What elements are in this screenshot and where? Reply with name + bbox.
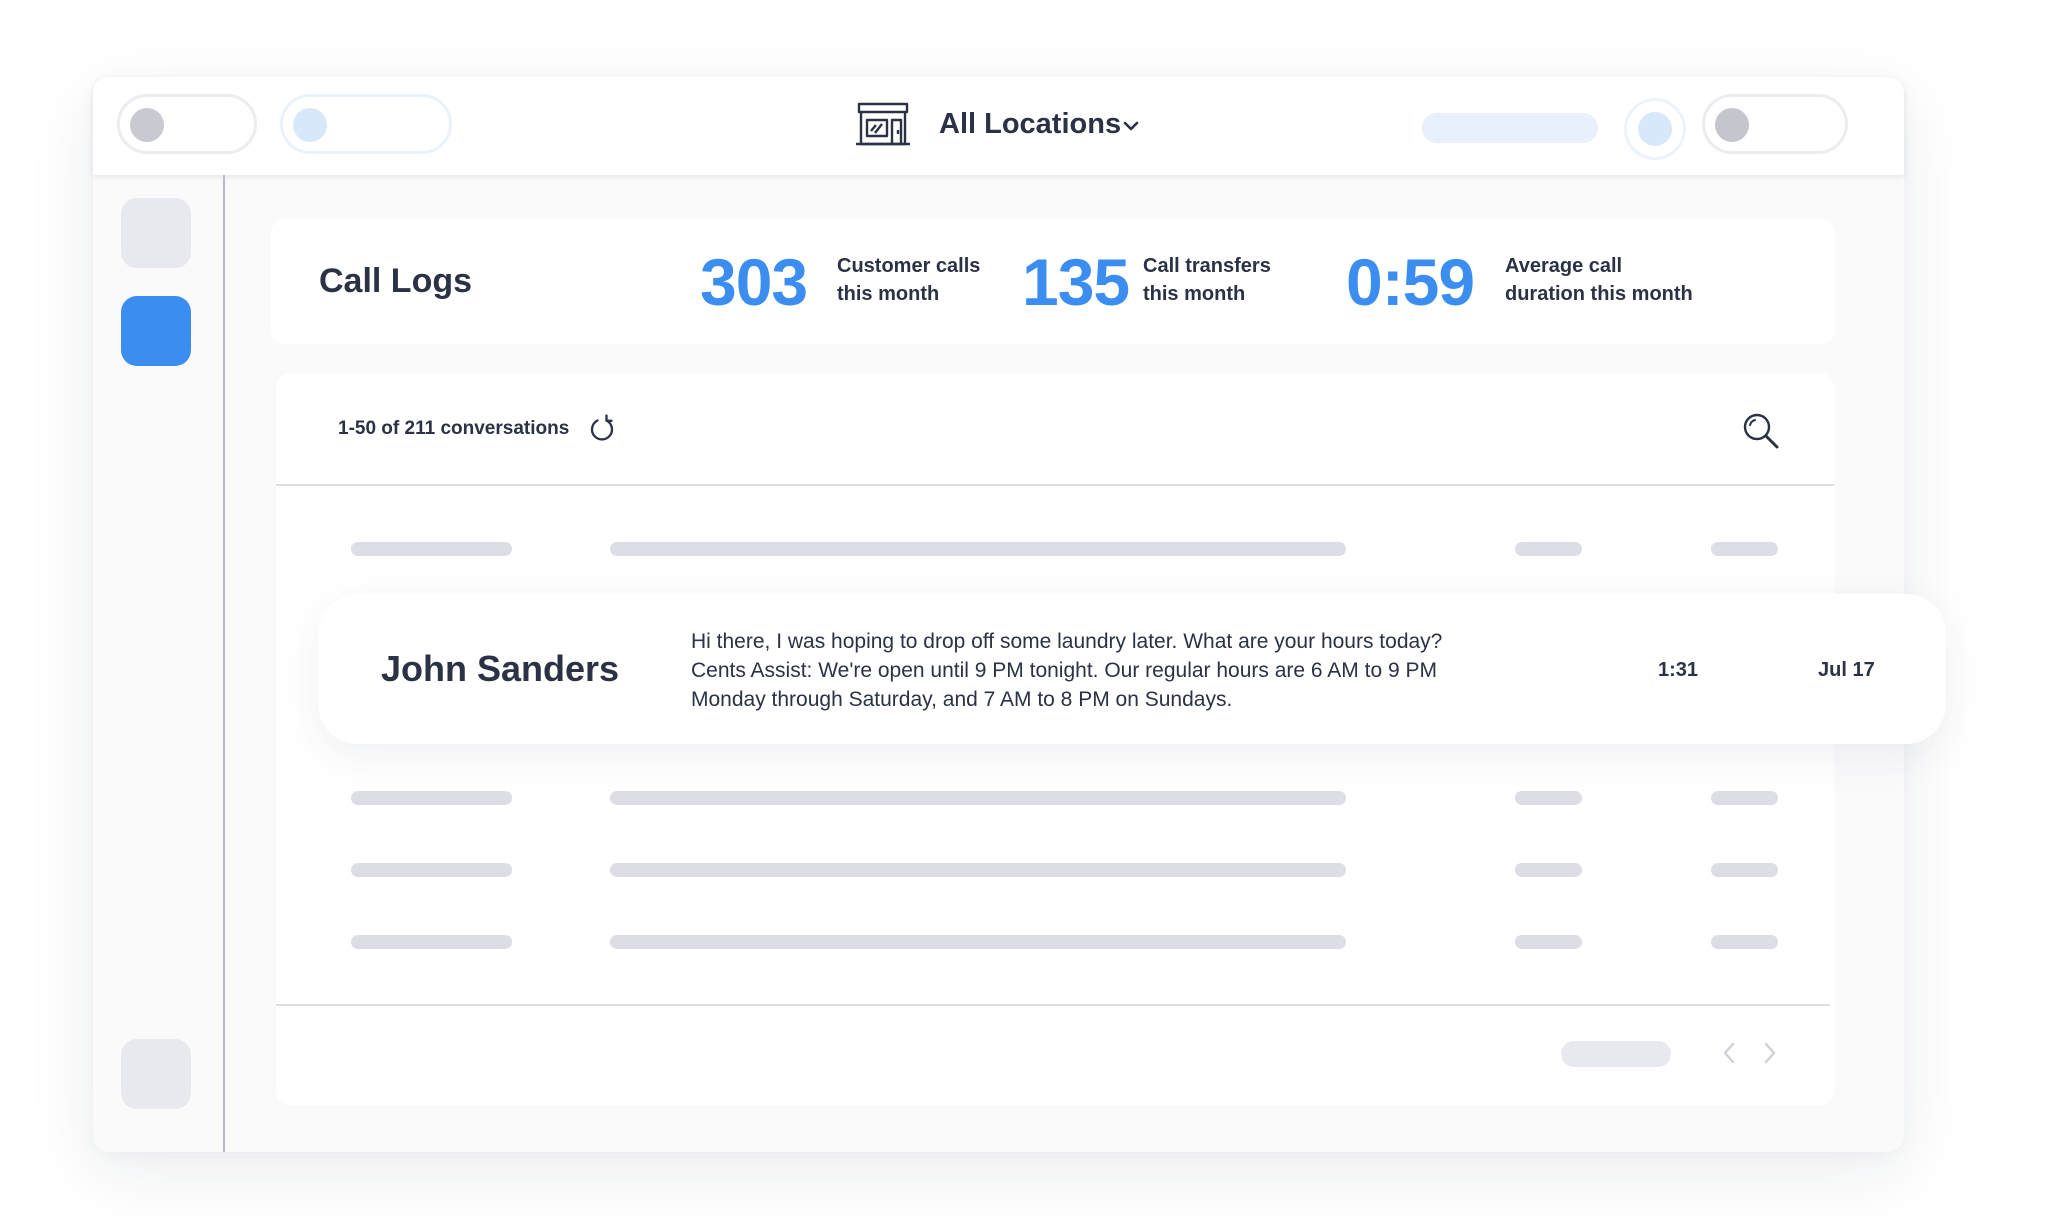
stat-label-line: this month [837, 283, 940, 305]
sidebar-divider [223, 175, 225, 1152]
placeholder-duration [1515, 863, 1582, 877]
placeholder-date [1711, 863, 1778, 877]
sidebar-item-1[interactable] [121, 198, 191, 268]
placeholder-date [1711, 542, 1778, 556]
call-date: Jul 17 [1818, 659, 1875, 681]
placeholder-duration [1515, 542, 1582, 556]
toggle-pill-left-secondary[interactable] [280, 94, 452, 154]
avatar-dot [1638, 112, 1672, 146]
stat-value-call-transfers: 135 [1022, 245, 1130, 319]
placeholder-date [1711, 791, 1778, 805]
stat-label-line: Average call [1505, 255, 1623, 277]
call-duration: 1:31 [1658, 659, 1699, 681]
list-header-divider [276, 484, 1834, 486]
stat-value-customer-calls: 303 [700, 245, 808, 319]
stat-label-line: Customer calls [837, 255, 981, 277]
page-title: Call Logs [319, 262, 473, 300]
pagination-placeholder [1561, 1041, 1671, 1067]
toggle-pill-right[interactable] [1702, 94, 1848, 154]
message-line: Monday through Saturday, and 7 AM to 8 P… [691, 688, 1233, 711]
header-placeholder-bar [1422, 113, 1598, 143]
placeholder-name [351, 935, 512, 949]
toggle-pill-left[interactable] [117, 94, 257, 154]
chevron-down-icon[interactable] [1122, 119, 1140, 133]
stat-label-call-transfers: Call transfers this month [1143, 252, 1343, 308]
location-selector-label[interactable]: All Locations [939, 108, 1121, 141]
placeholder-name [351, 863, 512, 877]
toggle-knob [1715, 108, 1749, 142]
placeholder-duration [1515, 791, 1582, 805]
placeholder-message [610, 935, 1346, 949]
list-footer-divider [276, 1004, 1830, 1006]
store-icon [856, 102, 910, 146]
placeholder-message [610, 542, 1346, 556]
message-line: Cents Assist: We're open until 9 PM toni… [691, 659, 1437, 682]
placeholder-message [610, 863, 1346, 877]
avatar-button[interactable] [1624, 98, 1686, 160]
sidebar-item-bottom[interactable] [121, 1039, 191, 1109]
message-line: Hi there, I was hoping to drop off some … [691, 630, 1443, 653]
stat-label-average-duration: Average call duration this month [1505, 252, 1745, 308]
refresh-icon[interactable] [588, 413, 616, 443]
conversation-preview: Hi there, I was hoping to drop off some … [691, 627, 1551, 714]
contact-name: John Sanders [381, 648, 620, 689]
stat-label-line: Call transfers [1143, 255, 1271, 277]
placeholder-duration [1515, 935, 1582, 949]
stat-label-customer-calls: Customer calls this month [837, 252, 1037, 308]
stat-label-line: this month [1143, 283, 1246, 305]
stat-label-line: duration this month [1505, 283, 1693, 305]
sidebar-item-active[interactable] [121, 296, 191, 366]
toggle-knob [130, 108, 164, 142]
placeholder-name [351, 542, 512, 556]
conversation-count: 1-50 of 211 conversations [338, 418, 570, 439]
toggle-knob [293, 108, 327, 142]
chevron-right-icon[interactable] [1762, 1040, 1778, 1066]
placeholder-name [351, 791, 512, 805]
placeholder-message [610, 791, 1346, 805]
chevron-left-icon[interactable] [1721, 1040, 1737, 1066]
placeholder-date [1711, 935, 1778, 949]
stat-value-average-duration: 0:59 [1346, 245, 1475, 319]
search-icon[interactable] [1742, 412, 1780, 450]
